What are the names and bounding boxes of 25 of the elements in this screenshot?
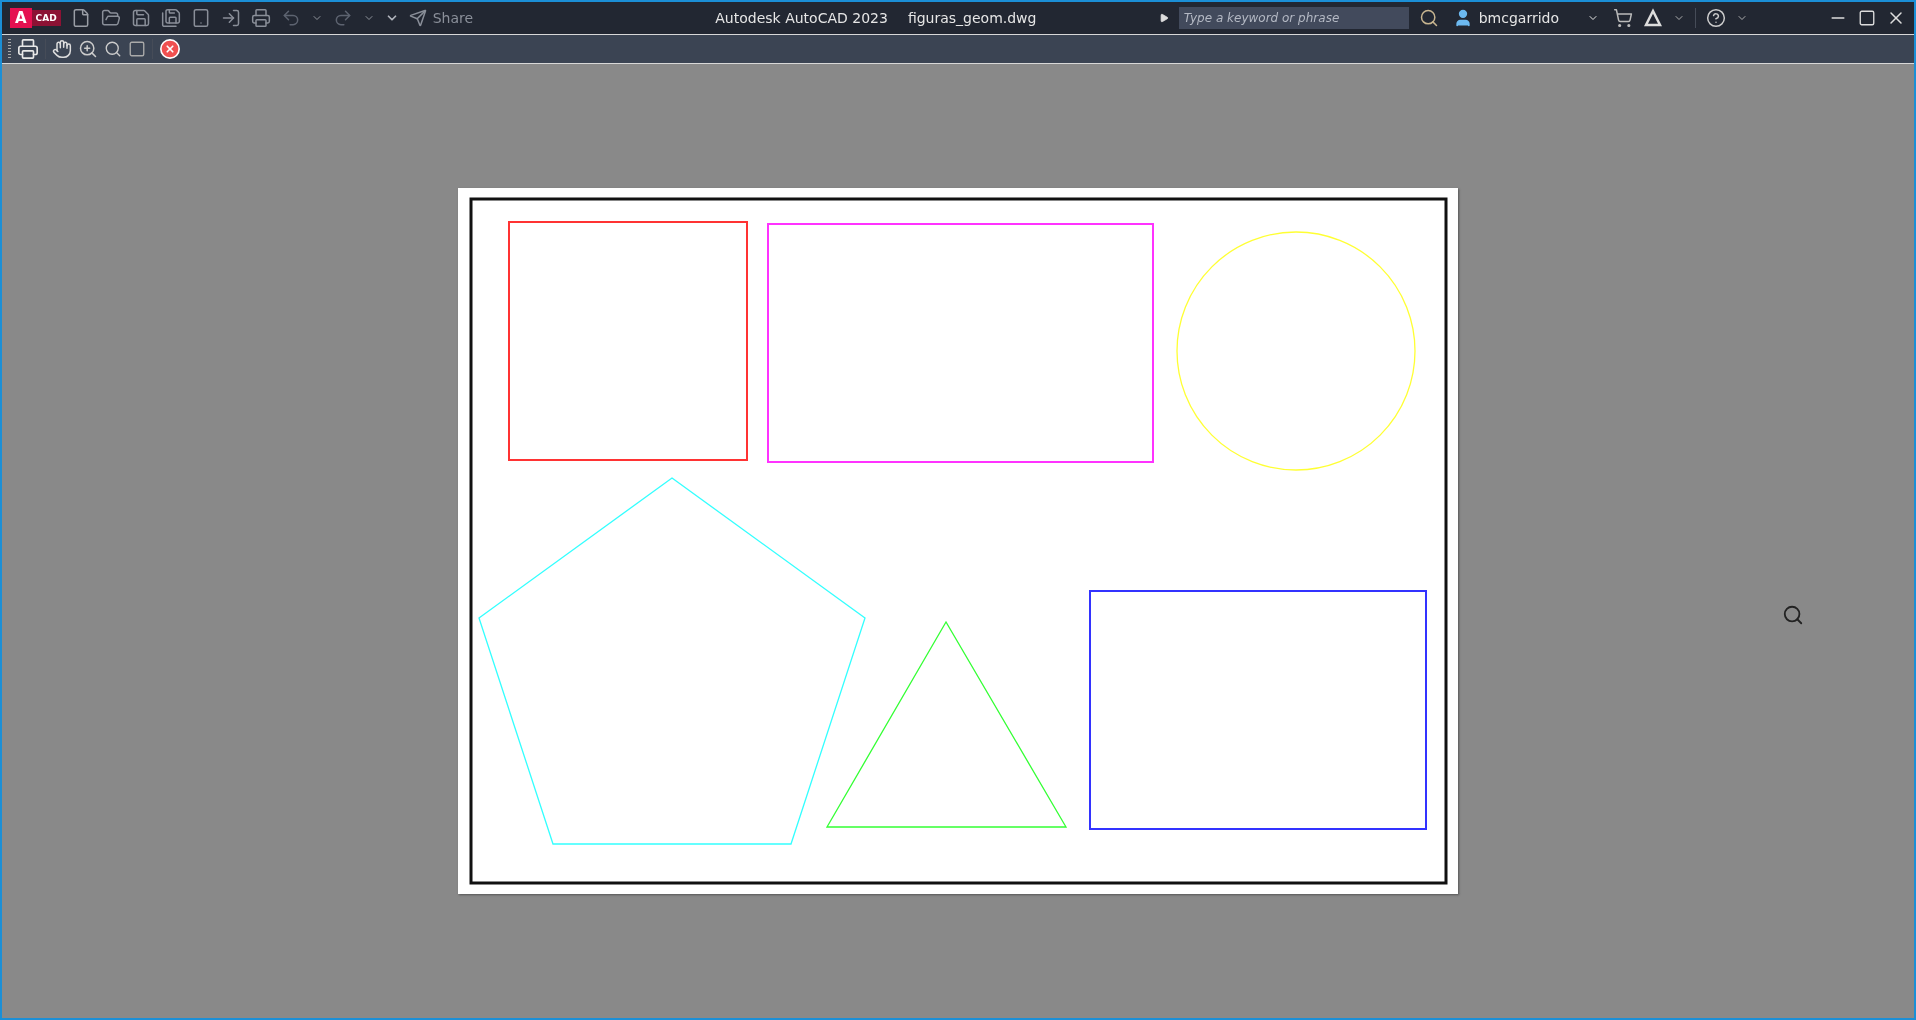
search-field[interactable]: Type a keyword or phrase <box>1178 7 1409 29</box>
pan-hand-icon[interactable] <box>52 39 72 59</box>
help-icon[interactable] <box>1706 8 1726 28</box>
zoom-icon[interactable] <box>78 39 98 59</box>
expand-arrow-icon[interactable] <box>1158 13 1169 23</box>
print-icon[interactable] <box>250 8 271 28</box>
zoom-window-icon[interactable] <box>104 40 122 58</box>
zoom-cursor-icon <box>1782 604 1804 626</box>
cart-icon[interactable] <box>1613 8 1633 28</box>
save-as-icon[interactable] <box>160 8 181 28</box>
zoom-previous-icon[interactable] <box>128 40 146 58</box>
maximize-icon[interactable] <box>1858 9 1876 27</box>
app-logo[interactable]: A CAD <box>10 7 61 29</box>
save-icon[interactable] <box>130 8 151 28</box>
close-preview-icon[interactable] <box>159 38 181 60</box>
search-icon[interactable] <box>1418 8 1439 28</box>
triangle-network-icon[interactable] <box>1643 8 1663 28</box>
print-icon[interactable] <box>17 38 39 60</box>
import-icon[interactable] <box>220 8 241 28</box>
file-name: figuras_geom.dwg <box>907 10 1037 26</box>
app-title: Autodesk AutoCAD 2023 <box>715 10 888 26</box>
share-button[interactable]: Share <box>408 9 474 27</box>
open-folder-icon[interactable] <box>100 8 121 28</box>
user-account-button[interactable]: bmcgarrido <box>1448 8 1603 28</box>
share-icon <box>408 9 427 27</box>
